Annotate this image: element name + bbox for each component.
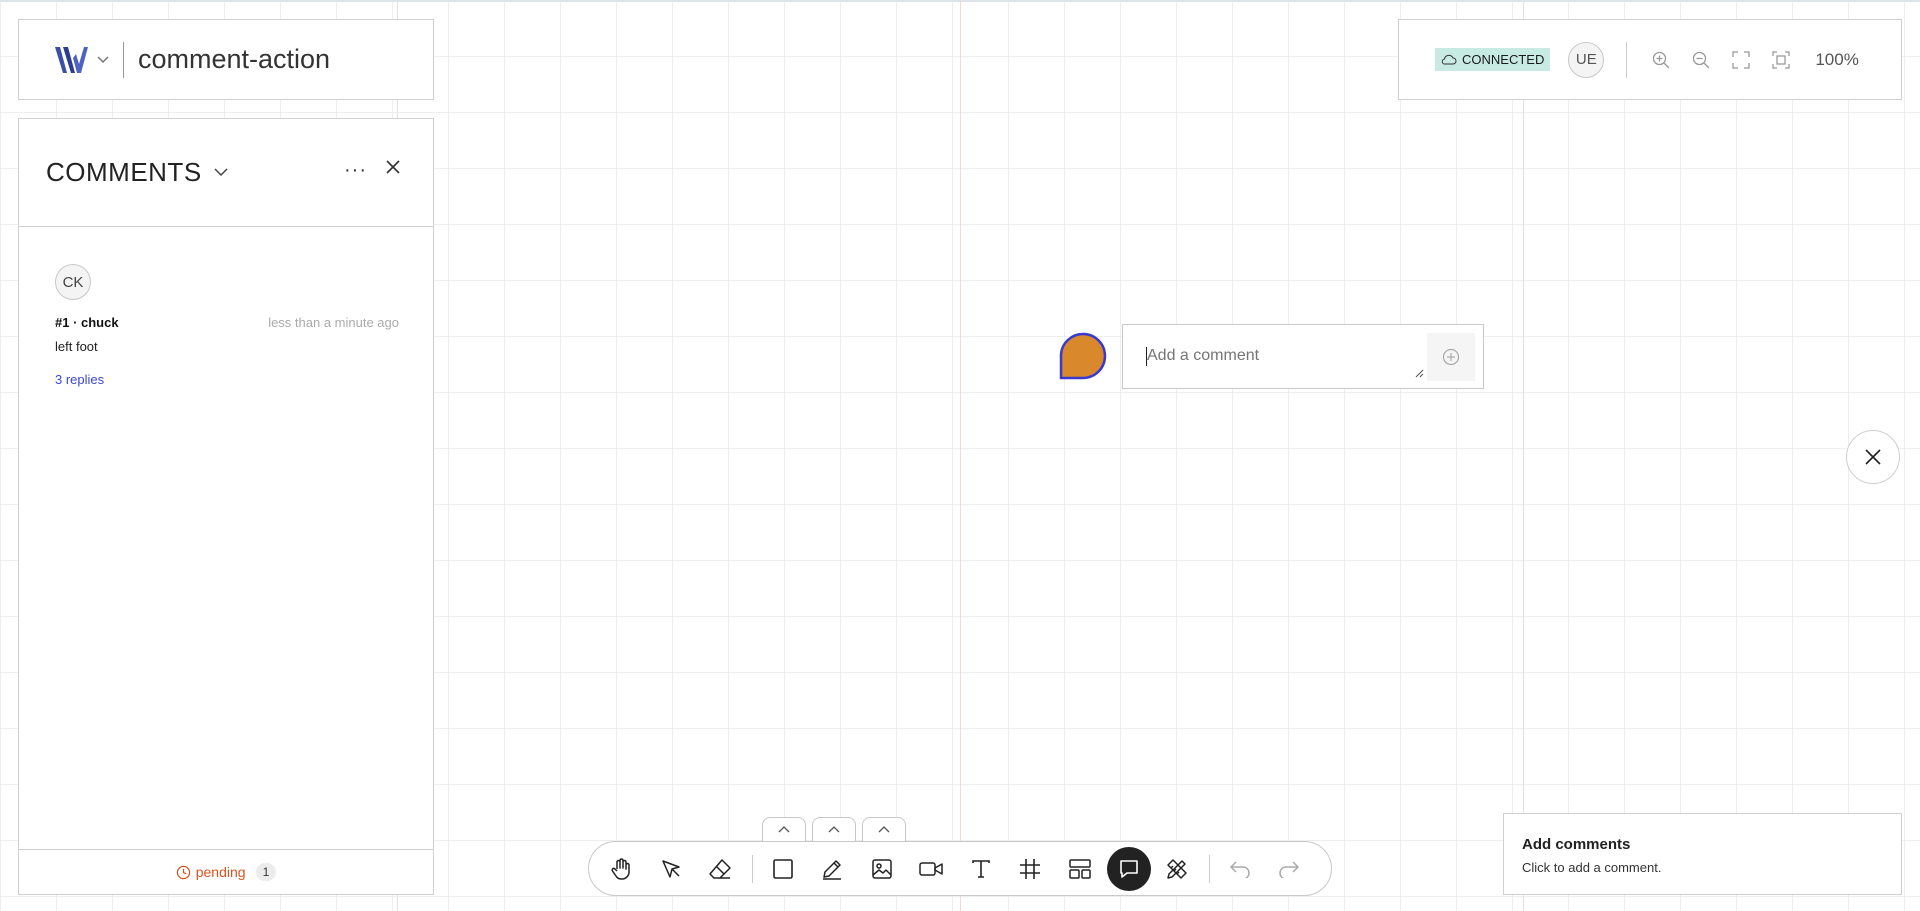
- zoom-level[interactable]: 100%: [1815, 50, 1858, 70]
- more-options-button[interactable]: ···: [344, 159, 367, 182]
- connection-status-label: CONNECTED: [1462, 52, 1545, 67]
- layout-tool-button[interactable]: [1056, 847, 1104, 891]
- document-title: comment-action: [138, 44, 331, 74]
- image-icon: [871, 858, 892, 879]
- close-icon: [1865, 449, 1881, 465]
- hint-body: Click to add a comment.: [1522, 860, 1662, 875]
- layout-icon: [1068, 858, 1091, 879]
- pending-filter[interactable]: pending: [176, 864, 246, 880]
- comment-author: #1 · chuck: [55, 315, 119, 330]
- undo-button[interactable]: [1216, 847, 1264, 891]
- text-cursor: [1146, 347, 1147, 366]
- canvas-center-line: [960, 0, 961, 911]
- select-tool-button[interactable]: [647, 847, 695, 891]
- text-tool-button[interactable]: [957, 847, 1005, 891]
- image-tool-button[interactable]: [858, 847, 906, 891]
- chevron-up-icon: [878, 826, 890, 833]
- expand-tab-button[interactable]: [862, 817, 906, 841]
- new-comment-box: [1122, 324, 1484, 389]
- ruler-pencil-icon: [1167, 858, 1187, 879]
- rectangle-tool-button[interactable]: [759, 847, 807, 891]
- fit-screen-icon: [1772, 50, 1790, 69]
- fullscreen-button[interactable]: [1721, 40, 1761, 80]
- toolbar-divider: [1208, 854, 1210, 883]
- chevron-down-icon: [97, 55, 109, 63]
- comment-icon: [1120, 859, 1138, 878]
- drawing-toolbar: [588, 841, 1332, 896]
- title-bar: comment-action: [18, 19, 434, 100]
- redo-icon: [1279, 860, 1300, 878]
- undo-icon: [1229, 860, 1250, 878]
- comment-thread[interactable]: CK #1 · chuck less than a minute ago lef…: [55, 264, 399, 389]
- zoom-out-icon: [1693, 51, 1710, 68]
- comment-input[interactable]: [1147, 347, 1397, 365]
- zoom-out-button[interactable]: [1681, 40, 1721, 80]
- canvas-guide-line: [1523, 0, 1524, 911]
- eraser-tool-button[interactable]: [696, 847, 744, 891]
- fullscreen-icon: [1732, 50, 1750, 69]
- comments-header: COMMENTS ···: [19, 119, 433, 227]
- comment-tool-button[interactable]: [1107, 846, 1151, 891]
- expand-tab-button[interactable]: [762, 817, 806, 841]
- hand-tool-button[interactable]: [597, 847, 645, 891]
- top-right-toolbar: CONNECTED UE 100%: [1398, 19, 1902, 100]
- comment-pin-marker[interactable]: [1059, 331, 1108, 380]
- user-avatar[interactable]: UE: [1568, 41, 1605, 78]
- connection-status-badge: CONNECTED: [1435, 48, 1551, 71]
- comments-footer: pending 1: [19, 849, 433, 894]
- frame-icon: [1020, 858, 1040, 879]
- video-icon: [919, 861, 943, 876]
- clock-icon: [176, 865, 190, 879]
- rectangle-icon: [772, 858, 793, 879]
- zoom-in-button[interactable]: [1641, 40, 1681, 80]
- toolbar-divider: [1626, 41, 1628, 78]
- comment-timestamp: less than a minute ago: [268, 315, 399, 330]
- submit-comment-button[interactable]: [1427, 333, 1475, 381]
- hand-icon: [611, 857, 630, 880]
- comments-title[interactable]: COMMENTS: [46, 157, 202, 188]
- expand-tab-button[interactable]: [812, 817, 856, 841]
- app-logo-icon: [55, 46, 88, 73]
- frame-tool-button[interactable]: [1006, 847, 1054, 891]
- redo-button[interactable]: [1265, 847, 1313, 891]
- cloud-icon: [1441, 54, 1457, 65]
- fit-to-screen-button[interactable]: [1761, 40, 1801, 80]
- pending-label: pending: [195, 864, 246, 880]
- chevron-up-icon: [828, 826, 840, 833]
- toolbar-divider: [751, 854, 753, 883]
- resize-handle-icon[interactable]: [1414, 368, 1424, 378]
- chevron-up-icon: [778, 826, 790, 833]
- chevron-down-icon[interactable]: [214, 168, 228, 177]
- text-icon: [971, 859, 990, 878]
- toolbar-expand-tabs: [762, 817, 906, 841]
- zoom-in-icon: [1653, 51, 1670, 68]
- close-panel-icon[interactable]: [385, 159, 401, 175]
- comment-meta: #1 · chuck less than a minute ago: [55, 315, 399, 330]
- more-tools-button[interactable]: [1153, 847, 1201, 891]
- title-divider: [123, 41, 124, 78]
- comment-body: left foot: [55, 339, 98, 354]
- pointer-icon: [661, 859, 680, 878]
- add-circle-icon: [1442, 348, 1460, 366]
- comments-panel: COMMENTS ··· CK #1 · chuck less than a m…: [18, 118, 434, 895]
- hint-card: Add comments Click to add a comment.: [1503, 813, 1902, 895]
- hint-title: Add comments: [1522, 836, 1631, 853]
- pencil-icon: [823, 859, 841, 880]
- pencil-tool-button[interactable]: [808, 847, 856, 891]
- avatar: CK: [55, 264, 91, 300]
- eraser-icon: [709, 858, 731, 879]
- exit-comment-mode-button[interactable]: [1846, 430, 1900, 484]
- replies-link[interactable]: 3 replies: [55, 372, 104, 387]
- pending-count-badge: 1: [255, 863, 277, 881]
- video-tool-button[interactable]: [907, 847, 955, 891]
- app-logo-menu[interactable]: [53, 44, 109, 76]
